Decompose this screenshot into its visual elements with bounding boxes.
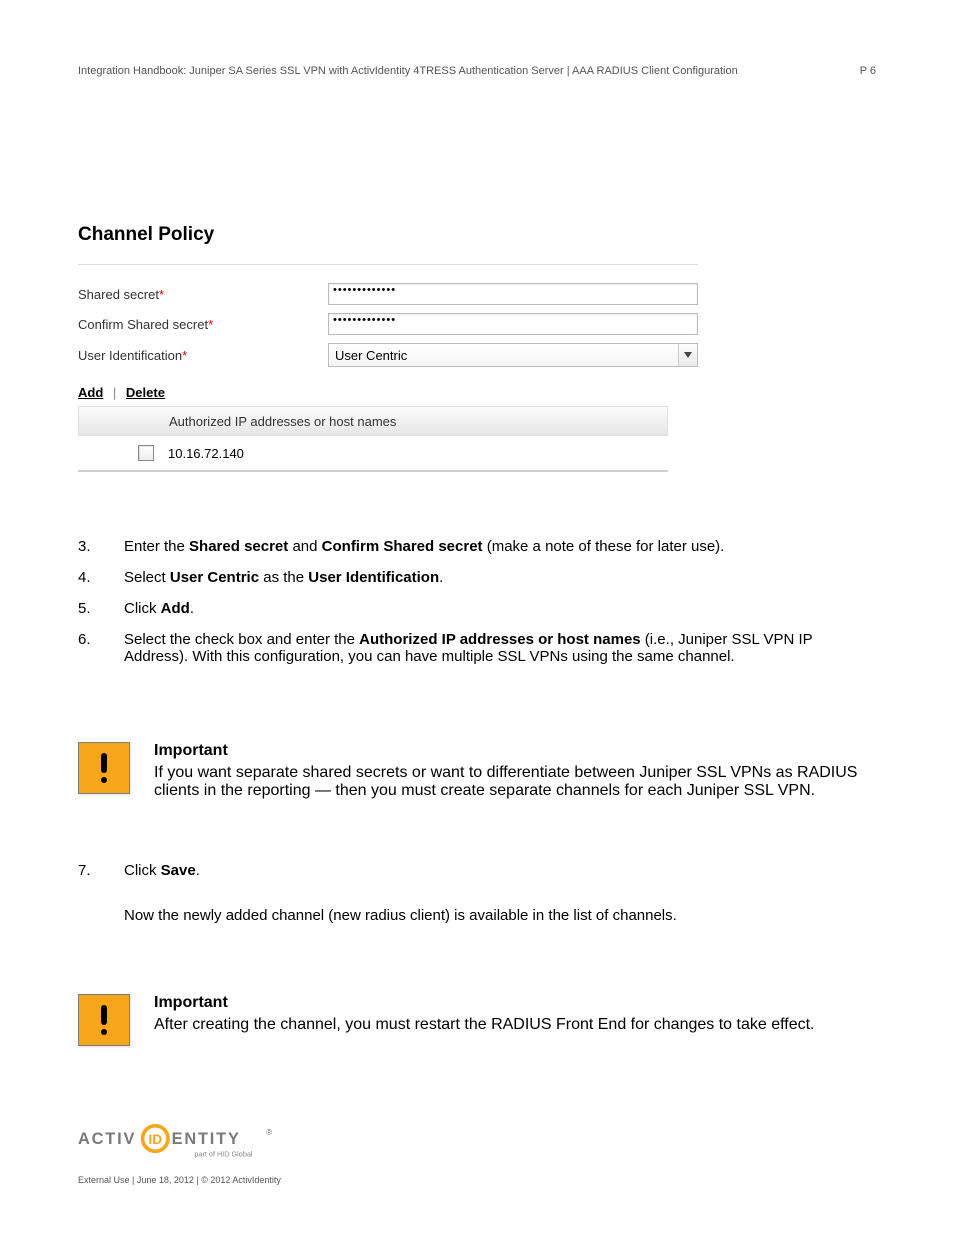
warning-icon bbox=[78, 994, 130, 1046]
callout-title: Important bbox=[154, 742, 876, 760]
action-separator: | bbox=[107, 385, 122, 400]
add-delete-actions: Add | Delete bbox=[78, 385, 698, 400]
shared-secret-input[interactable]: ••••••••••••• bbox=[328, 283, 698, 305]
step-text: Enter the Shared secret and Confirm Shar… bbox=[124, 538, 876, 555]
logo: ACTIV ID ENTITY ® part of HID Global bbox=[78, 1124, 876, 1169]
row-user-identification: User Identification* User Centric bbox=[78, 343, 698, 367]
row-confirm-shared-secret: Confirm Shared secret* ••••••••••••• bbox=[78, 313, 698, 335]
svg-text:®: ® bbox=[266, 1128, 272, 1137]
ip-row-checkbox[interactable] bbox=[138, 445, 154, 461]
step-number: 6. bbox=[78, 631, 124, 665]
important-note-2: Important After creating the channel, yo… bbox=[78, 994, 876, 1046]
callout-body: If you want separate shared secrets or w… bbox=[154, 764, 876, 800]
confirm-shared-secret-input[interactable]: ••••••••••••• bbox=[328, 313, 698, 335]
step-text: Select the check box and enter the Autho… bbox=[124, 631, 876, 665]
footer-legal: External Use | June 18, 2012 | © 2012 Ac… bbox=[78, 1175, 281, 1185]
svg-text:ACTIV: ACTIV bbox=[78, 1130, 136, 1148]
delete-link[interactable]: Delete bbox=[126, 385, 165, 400]
warning-icon bbox=[78, 742, 130, 794]
panel-title: Channel Policy bbox=[78, 180, 698, 246]
step-text: Select User Centric as the User Identifi… bbox=[124, 569, 876, 586]
header-left-text: Integration Handbook: Juniper SA Series … bbox=[78, 65, 738, 77]
svg-text:ENTITY: ENTITY bbox=[172, 1130, 241, 1148]
steps-block-1: 3. Enter the Shared secret and Confirm S… bbox=[78, 538, 876, 679]
svg-text:ID: ID bbox=[148, 1132, 162, 1147]
step-number: 7. bbox=[78, 862, 124, 879]
add-link[interactable]: Add bbox=[78, 385, 103, 400]
ip-table-row: 10.16.72.140 bbox=[78, 436, 668, 472]
user-identification-select[interactable]: User Centric bbox=[328, 343, 698, 367]
svg-text:part of HID Global: part of HID Global bbox=[194, 1150, 253, 1159]
divider bbox=[78, 264, 698, 265]
important-note-1: Important If you want separate shared se… bbox=[78, 742, 876, 800]
confirm-shared-secret-label: Confirm Shared secret* bbox=[78, 317, 328, 332]
callout-body: After creating the channel, you must res… bbox=[154, 1016, 814, 1034]
row-shared-secret: Shared secret* ••••••••••••• bbox=[78, 283, 698, 305]
shared-secret-label: Shared secret* bbox=[78, 287, 328, 302]
user-identification-label: User Identification* bbox=[78, 348, 328, 363]
step-text: Click Add. bbox=[124, 600, 876, 617]
step-text: Click Save. bbox=[124, 862, 876, 879]
logo-icon: ACTIV ID ENTITY ® part of HID Global bbox=[78, 1124, 278, 1164]
chevron-down-icon bbox=[678, 344, 697, 366]
ip-value: 10.16.72.140 bbox=[168, 446, 244, 461]
steps-block-2: 7. Click Save. Now the newly added chann… bbox=[78, 862, 876, 924]
channel-policy-panel: Channel Policy Shared secret* ••••••••••… bbox=[78, 180, 698, 472]
step-number: 3. bbox=[78, 538, 124, 555]
callout-title: Important bbox=[154, 994, 814, 1012]
step-extra-text: Now the newly added channel (new radius … bbox=[124, 907, 876, 924]
page-footer: ACTIV ID ENTITY ® part of HID Global Ext… bbox=[78, 1124, 876, 1185]
ip-table-header: Authorized IP addresses or host names bbox=[78, 406, 668, 436]
header-page-number: P 6 bbox=[860, 65, 876, 77]
step-number: 5. bbox=[78, 600, 124, 617]
step-number: 4. bbox=[78, 569, 124, 586]
